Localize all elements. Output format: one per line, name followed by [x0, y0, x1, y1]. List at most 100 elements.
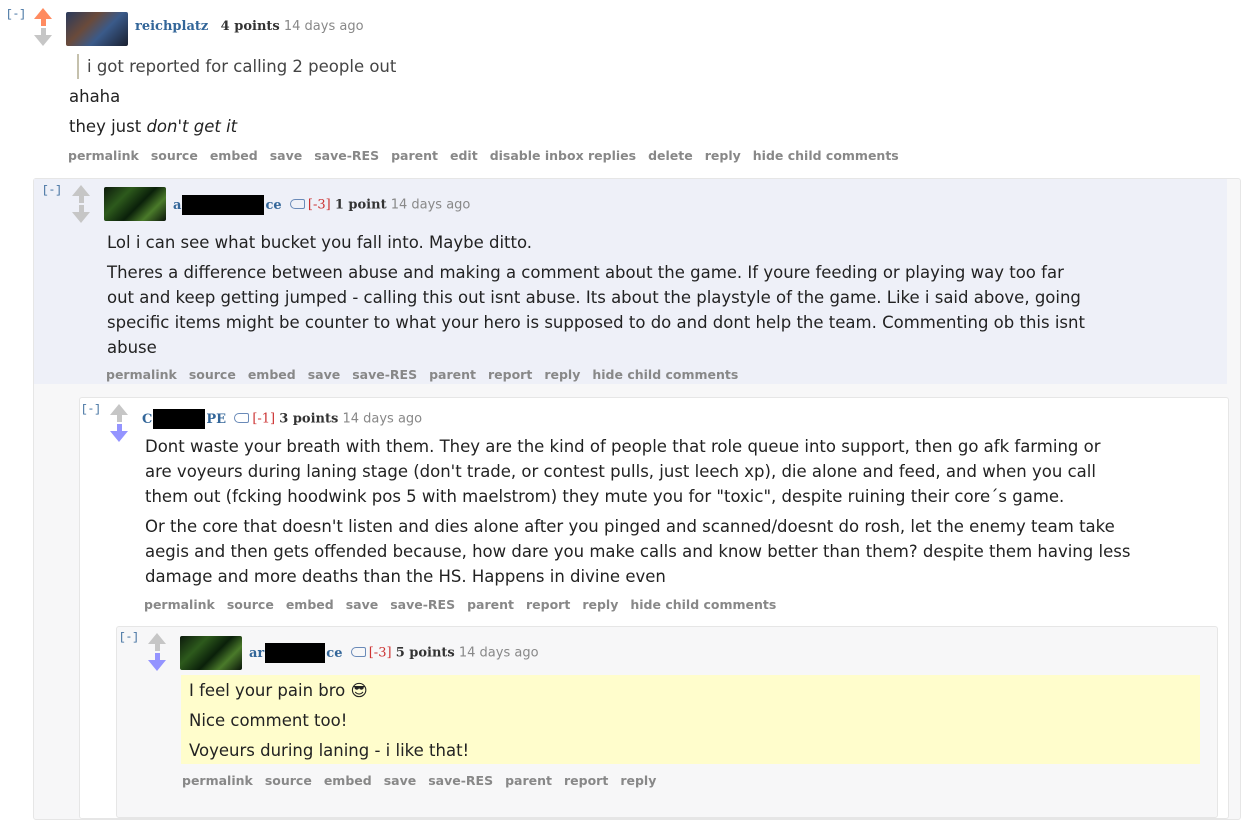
comment-buttons: permalink source embed save save-RES parent re… — [144, 597, 788, 612]
reply-button[interactable]: reply — [705, 148, 741, 163]
collapse-toggle[interactable]: [-] — [119, 632, 139, 644]
comment-tagline: reichplatz 4 points 14 days ago — [135, 19, 364, 34]
save-res-button[interactable]: save-RES — [390, 597, 455, 612]
upvote-arrow-icon[interactable] — [34, 8, 52, 26]
report-button[interactable]: report — [526, 597, 570, 612]
parent-button[interactable]: parent — [429, 367, 476, 382]
embed-button[interactable]: embed — [210, 148, 258, 163]
collapse-toggle[interactable]: [-] — [42, 185, 62, 197]
comment-buttons: permalink source embed save save-RES parent re… — [182, 773, 668, 788]
user-tag-icon[interactable] — [289, 199, 305, 209]
collapse-toggle[interactable]: [-] — [6, 9, 26, 21]
embed-button[interactable]: embed — [286, 597, 334, 612]
comment-paragraph: Or the core that doesn't listen and dies… — [145, 514, 1220, 589]
reply-button[interactable]: reply — [582, 597, 618, 612]
comment-body: Dont waste your breath with them. They a… — [145, 434, 1220, 589]
permalink-button[interactable]: permalink — [182, 773, 253, 788]
downvote-arrow-icon[interactable] — [34, 28, 52, 46]
comment-paragraph: Nice comment too! — [189, 711, 348, 730]
line: them out (fcking hoodwink pos 5 with mae… — [145, 487, 1065, 506]
comment-body: I feel your pain bro 😎 Nice comment too!… — [189, 678, 1189, 763]
user-karma: [-3] — [307, 197, 331, 213]
line: Or the core that doesn't listen and dies… — [145, 517, 1115, 536]
permalink-button[interactable]: permalink — [106, 367, 177, 382]
upvote-arrow-icon[interactable] — [110, 404, 128, 422]
comment-buttons: permalink source embed save save-RES parent re… — [106, 367, 750, 382]
source-button[interactable]: source — [151, 148, 198, 163]
timestamp: 14 days ago — [342, 411, 423, 427]
collapse-toggle[interactable]: [-] — [81, 404, 101, 416]
embed-button[interactable]: embed — [248, 367, 296, 382]
hide-child-comments-button[interactable]: hide child comments — [753, 148, 899, 163]
author-link[interactable]: a ce — [173, 195, 282, 215]
timestamp: 14 days ago — [283, 19, 364, 34]
author-start: C — [142, 411, 153, 427]
downvote-arrow-icon[interactable] — [148, 653, 166, 671]
source-button[interactable]: source — [265, 773, 312, 788]
comment-paragraph: Theres a difference between abuse and ma… — [107, 260, 1217, 360]
line: aegis and then gets offended because, ho… — [145, 542, 1131, 561]
reply-button[interactable]: reply — [544, 367, 580, 382]
parent-button[interactable]: parent — [391, 148, 438, 163]
score: 3 points — [279, 411, 339, 427]
reply-button[interactable]: reply — [620, 773, 656, 788]
report-button[interactable]: report — [488, 367, 532, 382]
redaction-bar — [153, 409, 206, 429]
emphasis: don't get it — [146, 117, 238, 136]
delete-button[interactable]: delete — [648, 148, 693, 163]
save-res-button[interactable]: save-RES — [314, 148, 379, 163]
permalink-button[interactable]: permalink — [144, 597, 215, 612]
upvote-arrow-icon[interactable] — [72, 185, 90, 203]
report-button[interactable]: report — [564, 773, 608, 788]
author-start: a — [173, 197, 182, 213]
author-end: PE — [206, 411, 227, 427]
hide-child-comments-button[interactable]: hide child comments — [630, 597, 776, 612]
upvote-arrow-icon[interactable] — [148, 633, 166, 651]
source-button[interactable]: source — [227, 597, 274, 612]
user-avatar[interactable] — [66, 12, 128, 46]
user-tag-icon[interactable] — [234, 413, 250, 423]
comment-body: i got reported for calling 2 people out … — [69, 54, 1219, 139]
save-res-button[interactable]: save-RES — [428, 773, 493, 788]
edit-button[interactable]: edit — [450, 148, 478, 163]
disable-inbox-replies-button[interactable]: disable inbox replies — [490, 148, 636, 163]
user-avatar[interactable] — [180, 636, 242, 670]
line: abuse — [107, 338, 157, 357]
user-karma: [-3] — [368, 645, 392, 661]
save-res-button[interactable]: save-RES — [352, 367, 417, 382]
comment-tagline: ar ce [-3] 5 points 14 days ago — [249, 643, 539, 663]
comment-body: Lol i can see what bucket you fall into.… — [107, 230, 1217, 360]
author-link[interactable]: C PE — [142, 409, 227, 429]
timestamp: 14 days ago — [390, 197, 471, 213]
author-end: ce — [326, 645, 343, 661]
hide-child-comments-button[interactable]: hide child comments — [592, 367, 738, 382]
timestamp: 14 days ago — [458, 645, 539, 661]
comment-paragraph: Lol i can see what bucket you fall into.… — [107, 233, 533, 252]
author-link[interactable]: reichplatz — [135, 19, 208, 34]
line: specific items might be counter to what … — [107, 313, 1085, 332]
downvote-arrow-icon[interactable] — [72, 205, 90, 223]
user-avatar[interactable] — [104, 187, 166, 221]
save-button[interactable]: save — [384, 773, 417, 788]
score: 1 point — [334, 197, 387, 213]
line: are voyeurs during laning stage (don't t… — [145, 462, 1096, 481]
author-end: ce — [265, 197, 282, 213]
line: damage and more deaths than the HS. Happ… — [145, 567, 666, 586]
comment-line: they just don't get it — [69, 114, 1219, 139]
save-button[interactable]: save — [270, 148, 303, 163]
save-button[interactable]: save — [346, 597, 379, 612]
score: 4 points — [220, 19, 280, 34]
downvote-arrow-icon[interactable] — [110, 424, 128, 442]
user-tag-icon[interactable] — [350, 647, 366, 657]
user-karma: [-1] — [252, 411, 276, 427]
source-button[interactable]: source — [189, 367, 236, 382]
permalink-button[interactable]: permalink — [68, 148, 139, 163]
save-button[interactable]: save — [308, 367, 341, 382]
redaction-bar — [265, 643, 326, 663]
line: out and keep getting jumped - calling th… — [107, 288, 1081, 307]
author-link[interactable]: ar ce — [249, 643, 343, 663]
author-start: ar — [249, 645, 265, 661]
parent-button[interactable]: parent — [467, 597, 514, 612]
embed-button[interactable]: embed — [324, 773, 372, 788]
parent-button[interactable]: parent — [505, 773, 552, 788]
